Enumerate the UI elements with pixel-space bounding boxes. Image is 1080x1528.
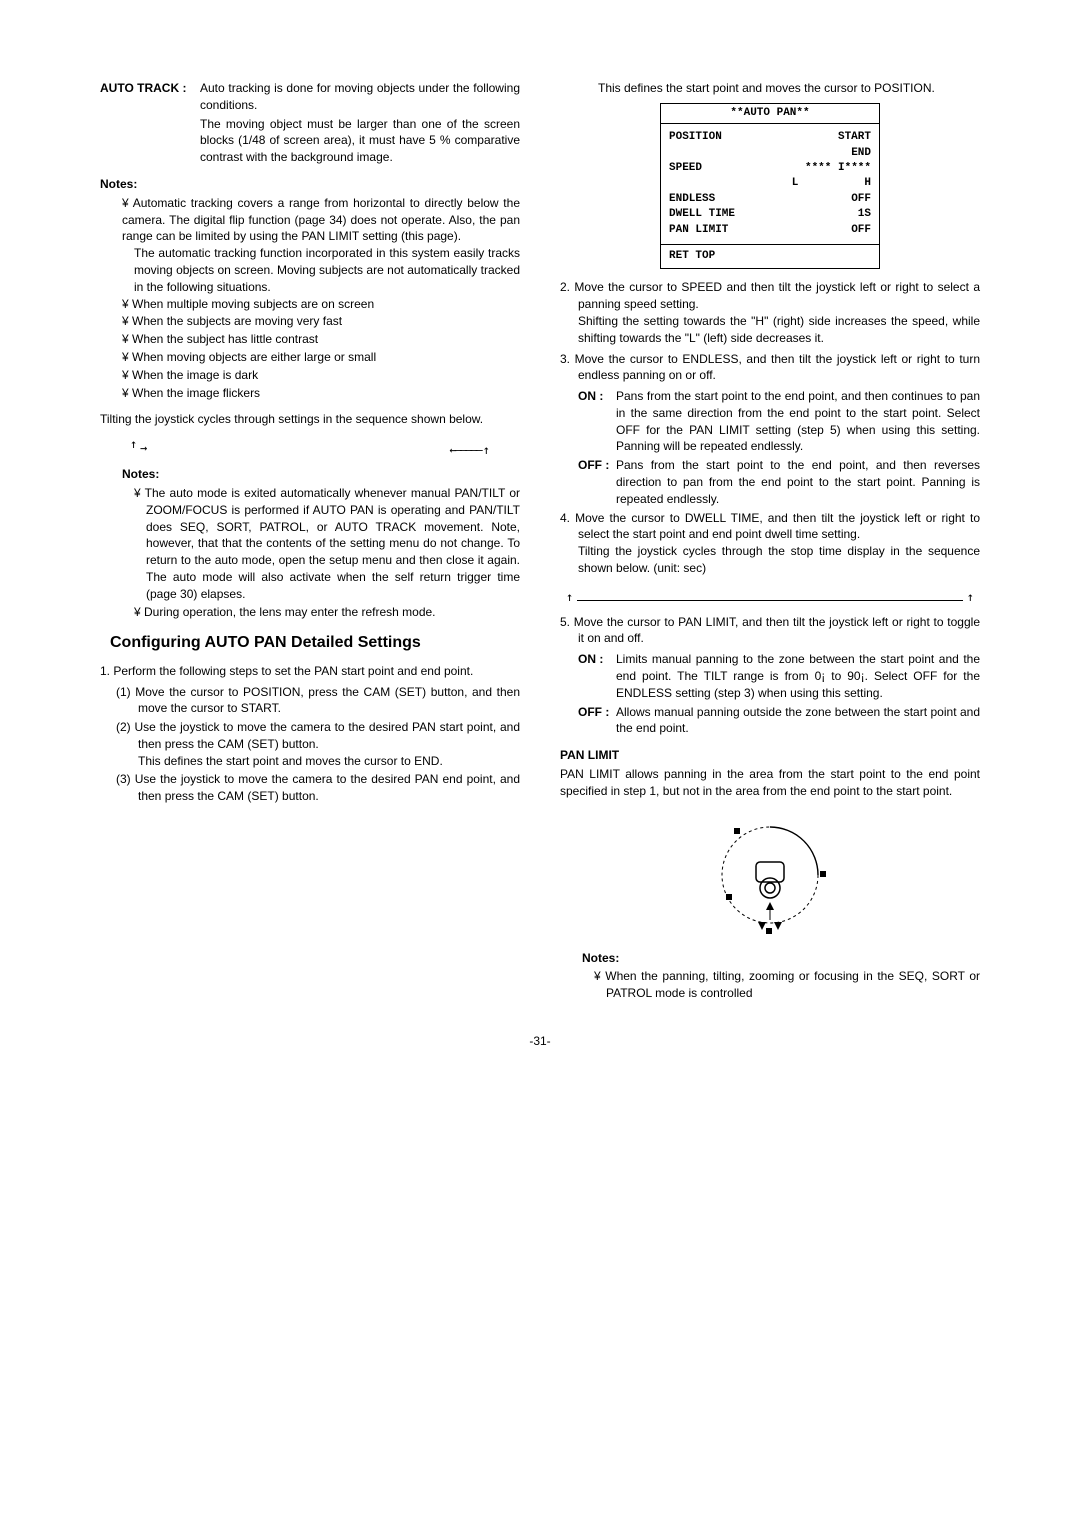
menu-ret: RET TOP [661,244,879,268]
menu-end: END [851,146,871,161]
s3-on-label: ON : [578,388,616,455]
pan-limit-heading: PAN LIMIT [560,747,980,764]
sequence-arrows [100,434,520,458]
s5-off-body: Allows manual panning outside the zone b… [616,704,980,738]
step-2b: Shifting the setting towards the "H" (ri… [578,313,980,347]
notes-label-1: Notes: [100,176,520,193]
step-1-2: (2) Use the joystick to move the camera … [116,719,520,769]
step-5: 5. Move the cursor to PAN LIMIT, and the… [560,614,980,648]
note1-p2: The automatic tracking function incorpor… [122,245,520,295]
sequence-long: ↑ ↑ [560,581,980,614]
bullet-5: ¥ When the image is dark [122,367,520,384]
note2-b1: ¥ The auto mode is exited automatically … [134,485,520,603]
s5-on-body: Limits manual panning to the zone betwee… [616,651,980,701]
step-4b: Tilting the joystick cycles through the … [578,543,980,577]
step-1-2b: This defines the start point and moves t… [138,753,520,770]
auto-track-desc2: The moving object must be larger than on… [200,116,520,166]
step-1-2-text: (2) Use the joystick to move the camera … [116,720,520,751]
note2-b2: ¥ During operation, the lens may enter t… [134,604,520,621]
step-4: 4. Move the cursor to DWELL TIME, and th… [560,510,980,577]
note1-p1-text: Automatic tracking covers a range from h… [122,196,520,244]
arrow-up-icon-right: ↑ [967,589,974,606]
menu-dwell-v: 1S [858,207,871,222]
step-1-1: (1) Move the cursor to POSITION, press t… [116,684,520,718]
step-1: 1. Perform the following steps to set th… [100,663,520,680]
heading-auto-pan: Configuring AUTO PAN Detailed Settings [100,632,520,654]
bullet-2: ¥ When the subjects are moving very fast [122,313,520,330]
note3-b1: ¥ When the panning, tilting, zooming or … [594,968,980,1002]
notes-label-3: Notes: [560,950,980,967]
menu-dwell: DWELL TIME [669,207,735,222]
bullet-1: ¥ When multiple moving subjects are on s… [122,296,520,313]
s5-off-label: OFF : [578,704,616,738]
menu-panlimit: PAN LIMIT [669,223,728,238]
menu-panlimit-v: OFF [851,223,871,238]
s3-off-body: Pans from the start point to the end poi… [616,457,980,507]
arrow-left-up-icon [449,442,490,450]
menu-position-v: START [838,130,871,145]
notes-label-2: Notes: [100,466,520,483]
s3-on-body: Pans from the start point to the end poi… [616,388,980,455]
tilt-para: Tilting the joystick cycles through sett… [100,411,520,428]
menu-endless-v: OFF [851,192,871,207]
step-2: 2. Move the cursor to SPEED and then til… [560,279,980,346]
step-4-text: 4. Move the cursor to DWELL TIME, and th… [560,511,980,542]
page-number: -31- [100,1033,980,1050]
menu-title: **AUTO PAN** [661,104,879,124]
note1-p1: ¥ Automatic tracking covers a range from… [122,195,520,245]
menu-lh: L H [792,176,871,191]
bullet-4: ¥ When moving objects are either large o… [122,349,520,366]
menu-endless: ENDLESS [669,192,715,207]
auto-track-desc1: Auto tracking is done for moving objects… [200,80,520,114]
bullet-3: ¥ When the subject has little contrast [122,331,520,348]
top-para: This defines the start point and moves t… [560,80,980,97]
auto-pan-menu: **AUTO PAN** POSITION START END SPEED ****… [660,103,880,270]
step-3: 3. Move the cursor to ENDLESS, and then … [560,351,980,385]
menu-speed: SPEED [669,161,702,176]
step-2-text: 2. Move the cursor to SPEED and then til… [560,280,980,311]
step-1-3: (3) Use the joystick to move the camera … [116,771,520,805]
menu-speed-v: **** I**** [805,161,871,176]
auto-track-label: AUTO TRACK : [100,80,200,168]
s3-off-label: OFF : [578,457,616,507]
s5-on-label: ON : [578,651,616,701]
arrow-up-icon-left: ↑ [566,589,573,606]
bullet-6: ¥ When the image flickers [122,385,520,402]
pan-limit-diagram [690,810,850,940]
pan-limit-para: PAN LIMIT allows panning in the area fro… [560,766,980,800]
menu-position: POSITION [669,130,722,145]
